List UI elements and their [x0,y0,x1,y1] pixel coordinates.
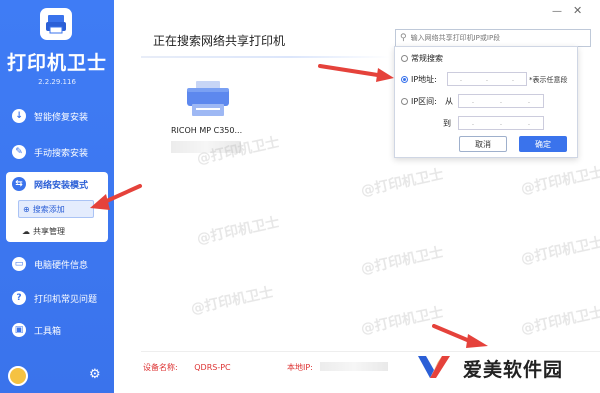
range-from-label: 从 [445,97,453,106]
toolbox-icon: ▣ [12,323,26,337]
sub-label: 搜索添加 [32,204,65,214]
wrench-icon: ✎ [12,145,26,159]
minimize-icon[interactable]: — [552,6,562,17]
local-ip-label: 本地IP: [287,363,313,372]
watermark: @打印机卫士 [189,284,275,318]
download-circle-icon: ↓ [12,109,26,123]
option-label: IP地址: [411,75,437,84]
cloud-icon: ☁ [22,226,30,236]
computer-icon: ▭ [12,257,26,271]
nav-manual-search[interactable]: ✎ 手动搜索安装 [0,140,114,164]
redacted-ip [320,362,388,371]
confirm-button[interactable]: 确定 [519,136,567,152]
title-divider [141,56,391,58]
nav-label: 手动搜索安装 [34,148,89,159]
sub-share-manage[interactable]: ☁ 共享管理 [18,222,94,240]
watermark: @打印机卫士 [195,134,281,168]
nav-label: 电脑硬件信息 [34,260,89,271]
search-options-panel: 常规搜索 IP地址: ... *表示任意段 IP区间: 从 ... 到 ... … [394,46,578,158]
range-end-input[interactable]: ... [458,116,544,130]
watermark: @打印机卫士 [519,234,600,268]
close-icon[interactable]: ✕ [573,4,582,17]
footer-divider [141,351,600,352]
watermark: @打印机卫士 [519,164,600,198]
radio-range[interactable] [401,98,408,105]
option-ip-range[interactable]: IP区间: [401,96,437,107]
cancel-button[interactable]: 取消 [459,136,507,152]
ip-address-input[interactable]: ... [447,72,527,86]
brand-text: 爱美软件园 [463,359,564,381]
radio-ip[interactable] [401,76,408,83]
arrow-pointer-icon [318,64,394,82]
arrow-pointer-icon [90,184,142,210]
search-icon: ⚲ [400,33,407,43]
device-label: 设备名称: [143,363,178,372]
nav-label: 智能修复安装 [34,112,89,123]
printer-icon[interactable] [184,80,232,118]
option-label: 常规搜索 [411,54,443,63]
search-input[interactable] [410,34,581,42]
nav-label: 网络安装模式 [34,180,89,191]
question-icon: ? [12,291,26,305]
sub-label: 共享管理 [33,226,65,236]
watermark: @打印机卫士 [519,304,600,338]
app-logo [40,8,72,40]
app-version: 2.2.29.116 [38,78,76,86]
ip-hint: *表示任意段 [529,76,568,84]
sub-search-add[interactable]: ⊕ 搜索添加 [18,200,94,218]
device-name: QDRS-PC [194,363,231,372]
nav-faq[interactable]: ? 打印机常见问题 [0,286,114,310]
nav-label: 打印机常见问题 [34,294,98,305]
brand-logo-icon [418,356,450,378]
nav-hardware-info[interactable]: ▭ 电脑硬件信息 [0,252,114,276]
search-bar[interactable]: ⚲ [395,29,591,47]
option-ip-address[interactable]: IP地址: [401,74,437,85]
watermark: @打印机卫士 [359,244,445,278]
nav-smart-repair[interactable]: ↓ 智能修复安装 [0,104,114,128]
printer-logo-icon [46,15,66,34]
app-title: 打印机卫士 [6,52,107,74]
printer-name[interactable]: RICOH MP C350... [171,126,242,135]
range-start-input[interactable]: ... [458,94,544,108]
gear-icon[interactable]: ⚙ [89,367,101,382]
option-normal-search[interactable]: 常规搜索 [401,53,443,64]
option-label: IP区间: [411,97,437,106]
device-info: 设备名称: QDRS-PC [143,362,231,373]
page-title: 正在搜索网络共享打印机 [153,34,286,48]
nav-toolbox[interactable]: ▣ 工具箱 [0,318,114,342]
watermark: @打印机卫士 [195,214,281,248]
watermark: @打印机卫士 [359,166,445,200]
search-add-icon: ⊕ [23,204,30,214]
network-icon: ⇆ [12,177,26,191]
nav-label: 工具箱 [34,326,62,337]
arrow-pointer-icon [432,324,488,348]
avatar[interactable] [8,366,28,386]
range-to-label: 到 [443,119,451,128]
radio-normal[interactable] [401,55,408,62]
